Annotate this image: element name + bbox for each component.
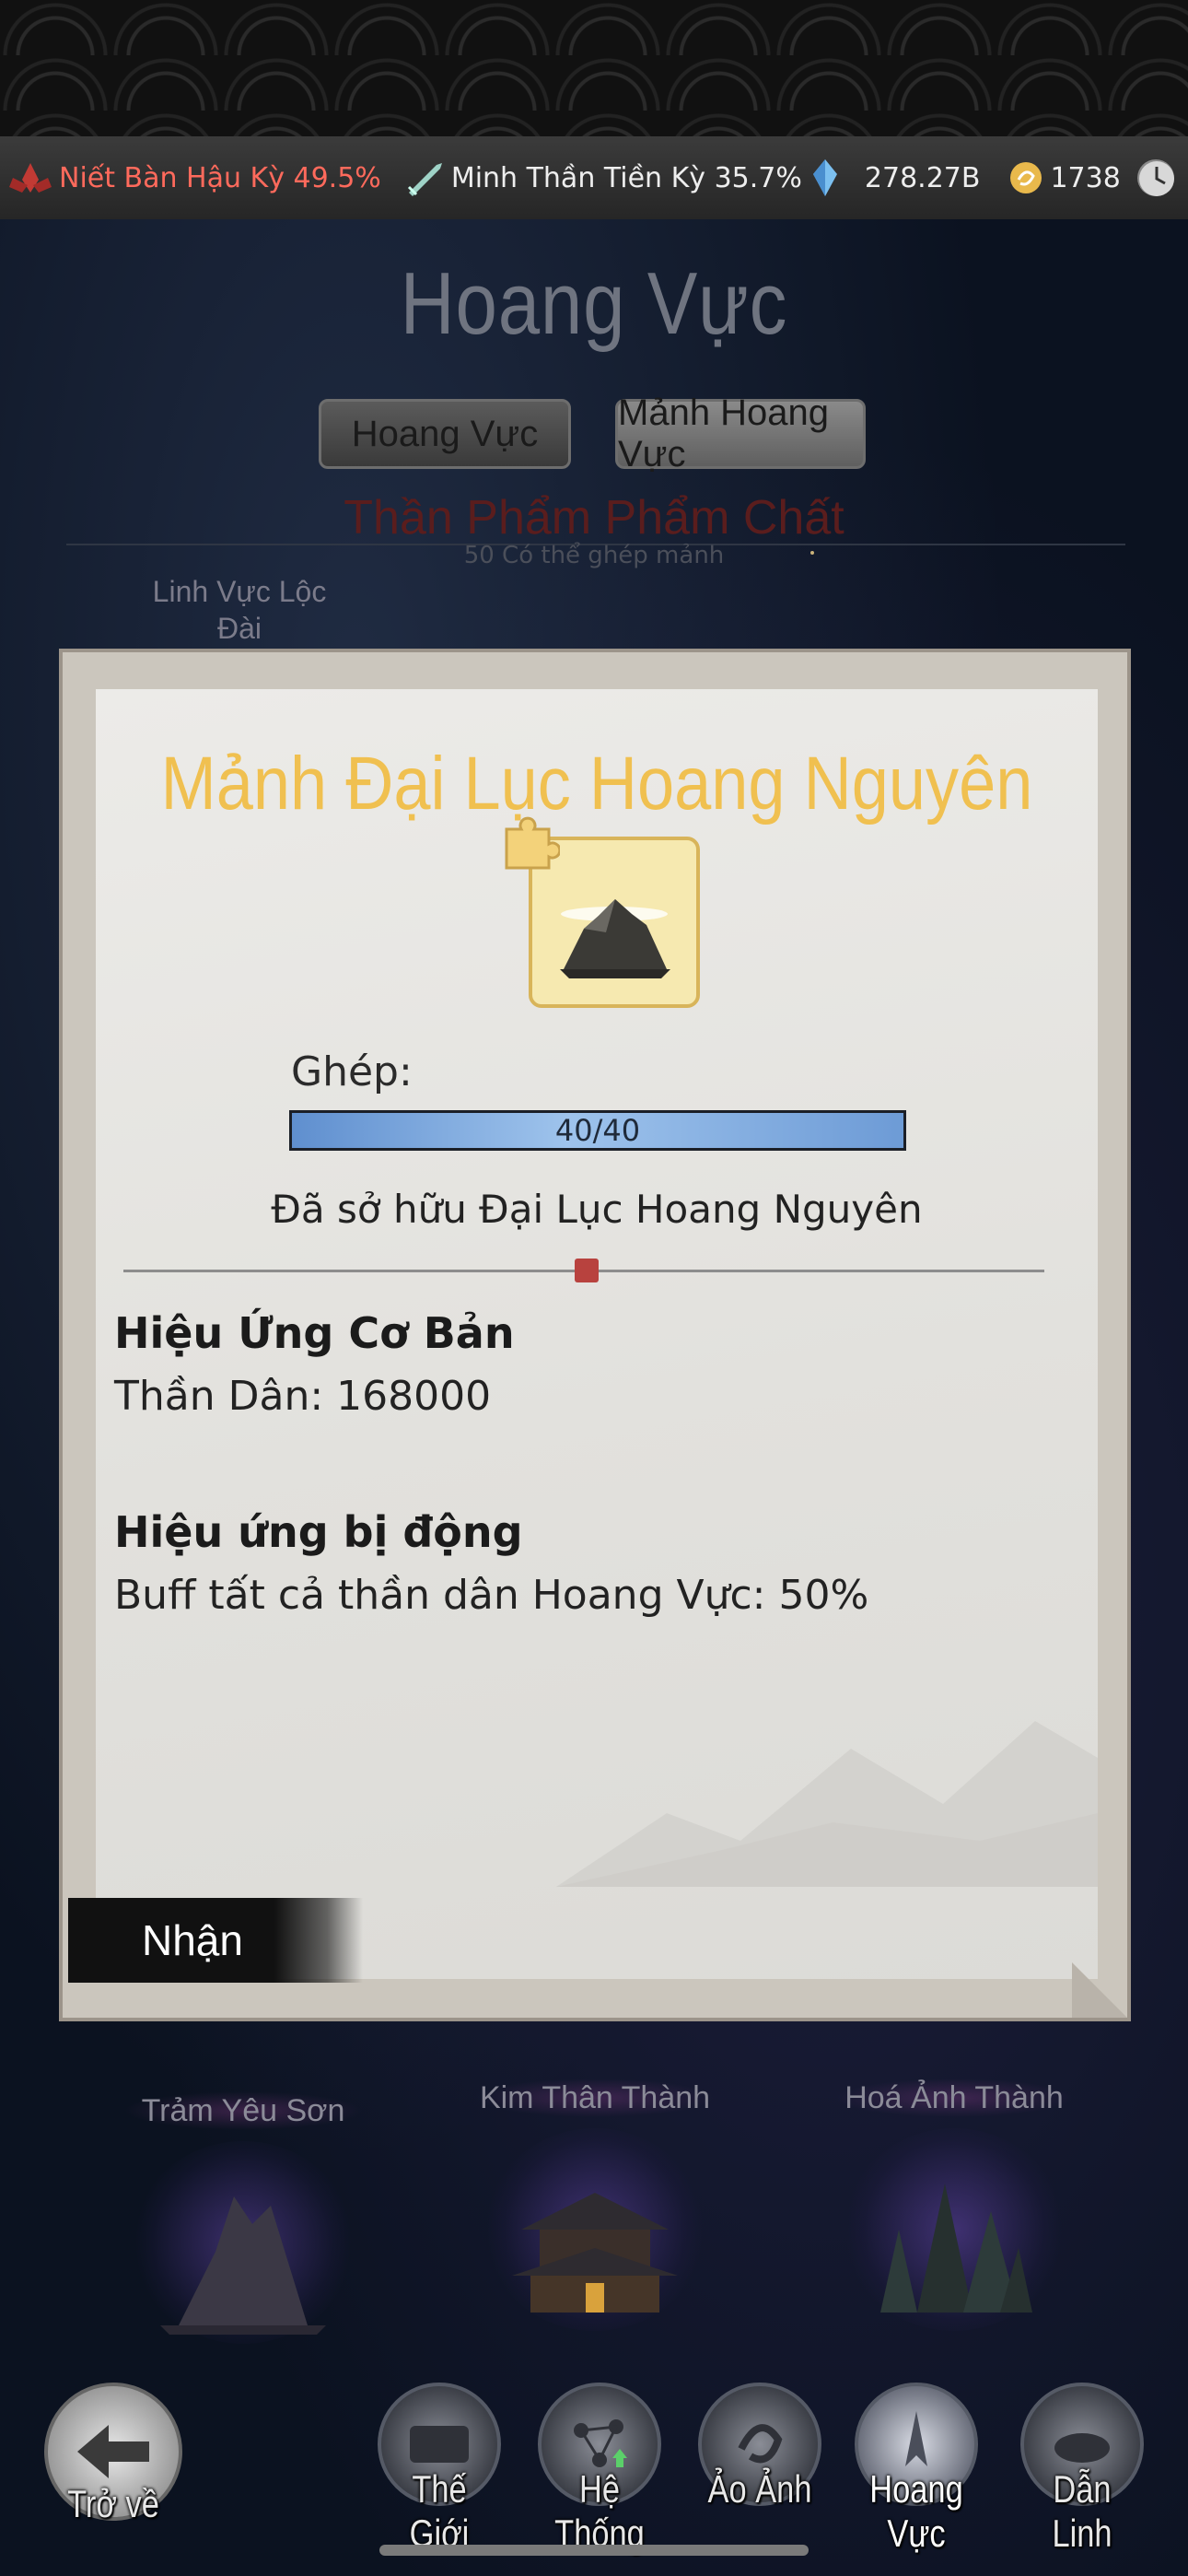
header-decoration (0, 0, 1188, 136)
nav-dan-linh[interactable]: Dẫn Linh (1013, 2383, 1151, 2556)
crystal-icon (812, 159, 837, 196)
nav-label: Ảo Ảnh (707, 2467, 812, 2511)
owned-status: Đã sở hữu Đại Lục Hoang Nguyên (271, 1187, 923, 1232)
tab-hoang-vuc[interactable]: Hoang Vực (319, 399, 571, 469)
item-icon-frame (505, 816, 700, 1008)
bottom-navigation: Trở về Thế Giới Hệ Thống Ảo Ảnh Hoang Vự… (0, 2359, 1188, 2576)
region-name: Hoá Ảnh Thành (834, 2078, 1074, 2117)
tier-title: Thần Phẩm Phẩm Chất (344, 491, 844, 544)
nav-he-thong[interactable]: Hệ Thống (530, 2383, 669, 2556)
realm-text: Niết Bàn Hậu Kỳ 49.5% (59, 161, 381, 194)
resource-bar: Niết Bàn Hậu Kỳ 49.5% Minh Thần Tiền Kỳ … (0, 136, 1188, 219)
region-kim-than-thanh[interactable]: Kim Thân Thành (475, 2078, 715, 2331)
progress-text: 40/40 (554, 1113, 641, 1148)
item-title: Mảnh Đại Lục Hoang Nguyên (160, 742, 1033, 825)
region-name: Kim Thân Thành (475, 2078, 715, 2117)
crystal-count[interactable]: 278.27B (809, 158, 981, 198)
seal-icon (575, 1259, 599, 1282)
tab-manh-hoang-vuc[interactable]: Mảnh Hoang Vực (615, 392, 866, 474)
home-indicator[interactable] (379, 2545, 809, 2556)
base-effect-value: Thần Dân: 168000 (114, 1373, 492, 1420)
crystal-city-icon (844, 2128, 1065, 2331)
crystal-value: 278.27B (864, 161, 981, 194)
cultivation-realm[interactable]: Niết Bàn Hậu Kỳ 49.5% (7, 159, 381, 196)
nav-hoang-vuc[interactable]: Hoang Vực (847, 2383, 985, 2556)
sword-icon (407, 163, 442, 196)
card-paper: Mảnh Đại Lục Hoang Nguyên Ghép: 40/40 Đã… (68, 689, 1098, 1983)
coin-count[interactable]: 1738 (1007, 159, 1121, 196)
nav-label: Thế Giới (409, 2467, 470, 2555)
back-label: Trở về (67, 2482, 159, 2525)
region-name: Trảm Yêu Sơn (123, 2091, 363, 2130)
claim-button[interactable]: Nhận (68, 1898, 363, 1983)
nav-label: Hoang Vực (869, 2467, 963, 2555)
coin-value: 1738 (1050, 161, 1121, 194)
nav-label: Hệ Thống (554, 2467, 645, 2555)
region-hoa-anh-thanh[interactable]: Hoá Ảnh Thành (834, 2078, 1074, 2331)
continent-icon (560, 899, 670, 978)
nav-ao-anh[interactable]: Ảo Ảnh (691, 2383, 829, 2512)
palace-icon (484, 2128, 705, 2331)
compose-progress-bar: 40/40 (289, 1110, 906, 1151)
secondary-realm[interactable]: Minh Thần Tiền Kỳ 35.7% (405, 159, 802, 196)
page-title: Hoang Vực (400, 254, 788, 353)
region-tram-yeu-son[interactable]: Trảm Yêu Sơn (123, 2091, 363, 2344)
page-curl (1072, 1962, 1127, 2018)
passive-effect-title: Hiệu ứng bị động (114, 1507, 523, 1557)
region-tag[interactable]: Linh Vực Lộc Đài (138, 573, 341, 647)
nav-label: Dẫn Linh (1052, 2467, 1112, 2555)
passive-effect-value: Buff tất cả thần dân Hoang Vực: 50% (114, 1572, 869, 1619)
landscape-decoration (556, 1721, 1098, 1887)
clock-icon[interactable] (1136, 158, 1177, 206)
back-button[interactable]: Trở về (44, 2383, 182, 2526)
tier-subtitle: 50 Có thể ghép mảnh (463, 542, 725, 569)
compose-label: Ghép: (291, 1048, 413, 1095)
mountain-icon (133, 2141, 354, 2344)
base-effect-title: Hiệu Ứng Cơ Bản (114, 1308, 515, 1358)
item-detail-card: Mảnh Đại Lục Hoang Nguyên Ghép: 40/40 Đã… (59, 649, 1131, 2021)
nav-the-gioi[interactable]: Thế Giới (370, 2383, 508, 2556)
secondary-realm-text: Minh Thần Tiền Kỳ 35.7% (450, 161, 802, 194)
lotus-icon (9, 163, 52, 193)
coin-icon (1010, 162, 1042, 193)
